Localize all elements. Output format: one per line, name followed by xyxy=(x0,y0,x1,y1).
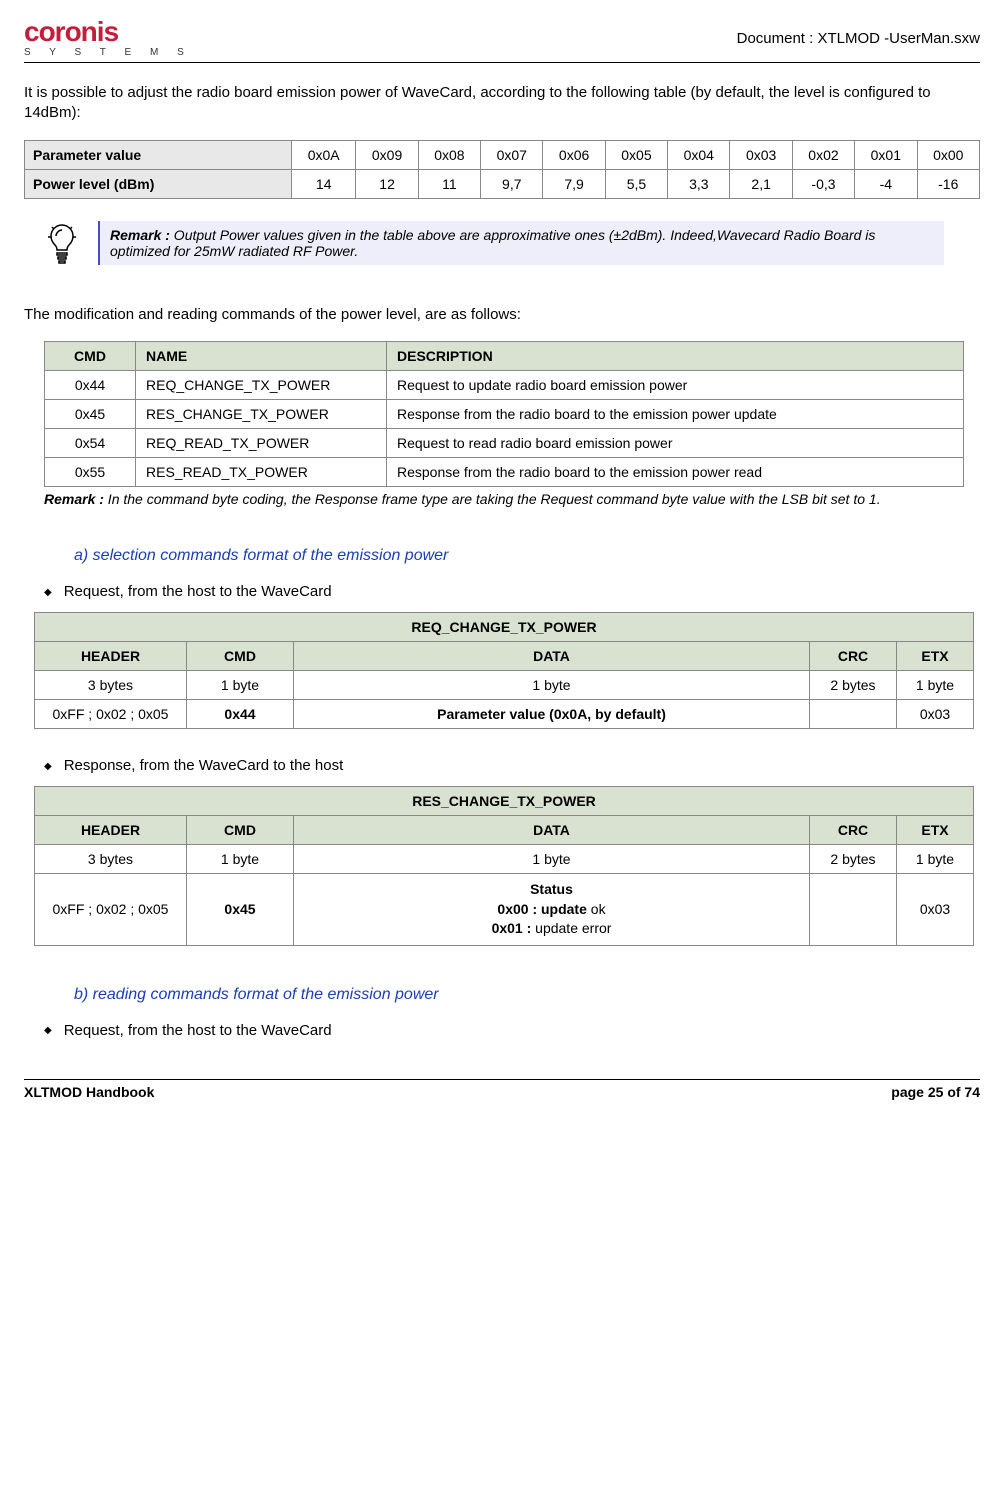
remark-callout: Remark : Output Power values given in th… xyxy=(44,221,944,276)
intro-paragraph: It is possible to adjust the radio board… xyxy=(24,83,980,122)
remark-text: Remark : Output Power values given in th… xyxy=(98,221,944,265)
table-row: 0x44REQ_CHANGE_TX_POWERRequest to update… xyxy=(45,371,964,400)
logo-subtitle: S Y S T E M S xyxy=(24,48,192,58)
bullet-response: Response, from the WaveCard to the host xyxy=(44,757,980,774)
lightbulb-icon xyxy=(44,223,80,276)
logo-brand: coronis xyxy=(24,18,192,46)
row-label: Power level (dBm) xyxy=(25,170,292,199)
table-row: Parameter value 0x0A 0x09 0x08 0x07 0x06… xyxy=(25,141,980,170)
footer-right: page 25 of 74 xyxy=(891,1084,980,1100)
table-row: 0x45RES_CHANGE_TX_POWERResponse from the… xyxy=(45,400,964,429)
commands-intro: The modification and reading commands of… xyxy=(24,306,980,323)
commands-table: CMD NAME DESCRIPTION 0x44REQ_CHANGE_TX_P… xyxy=(44,341,964,487)
logo: coronis S Y S T E M S xyxy=(24,18,192,58)
table-header-row: HEADER CMD DATA CRC ETX xyxy=(35,642,974,671)
subsection-b-title: b) reading commands format of the emissi… xyxy=(74,986,980,1004)
res-frame-table: RES_CHANGE_TX_POWER HEADER CMD DATA CRC … xyxy=(34,786,974,946)
table-row: 0x54REQ_READ_TX_POWERRequest to read rad… xyxy=(45,429,964,458)
page-header: coronis S Y S T E M S Document : XTLMOD … xyxy=(24,18,980,63)
frame-title: RES_CHANGE_TX_POWER xyxy=(35,787,974,816)
row-label: Parameter value xyxy=(25,141,292,170)
table-row: 3 bytes 1 byte 1 byte 2 bytes 1 byte xyxy=(35,845,974,874)
footer-left: XLTMOD Handbook xyxy=(24,1084,154,1100)
table-row: 3 bytes 1 byte 1 byte 2 bytes 1 byte xyxy=(35,671,974,700)
page-footer: XLTMOD Handbook page 25 of 74 xyxy=(24,1079,980,1100)
remark-note: Remark : In the command byte coding, the… xyxy=(44,491,964,507)
table-header-row: CMD NAME DESCRIPTION xyxy=(45,342,964,371)
document-id: Document : XTLMOD -UserMan.sxw xyxy=(737,30,980,47)
table-row: Power level (dBm) 14 12 11 9,7 7,9 5,5 3… xyxy=(25,170,980,199)
req-frame-table: REQ_CHANGE_TX_POWER HEADER CMD DATA CRC … xyxy=(34,612,974,729)
bullet-request: Request, from the host to the WaveCard xyxy=(44,583,980,600)
bullet-request-b: Request, from the host to the WaveCard xyxy=(44,1022,980,1039)
table-row: 0x55RES_READ_TX_POWERResponse from the r… xyxy=(45,458,964,487)
table-row: 0xFF ; 0x02 ; 0x05 0x44 Parameter value … xyxy=(35,700,974,729)
table-header-row: HEADER CMD DATA CRC ETX xyxy=(35,816,974,845)
power-level-table: Parameter value 0x0A 0x09 0x08 0x07 0x06… xyxy=(24,140,980,199)
status-cell: Status 0x00 : update ok 0x01 : update er… xyxy=(294,874,810,946)
subsection-a-title: a) selection commands format of the emis… xyxy=(74,547,980,565)
frame-title: REQ_CHANGE_TX_POWER xyxy=(35,613,974,642)
table-row: 0xFF ; 0x02 ; 0x05 0x45 Status 0x00 : up… xyxy=(35,874,974,946)
